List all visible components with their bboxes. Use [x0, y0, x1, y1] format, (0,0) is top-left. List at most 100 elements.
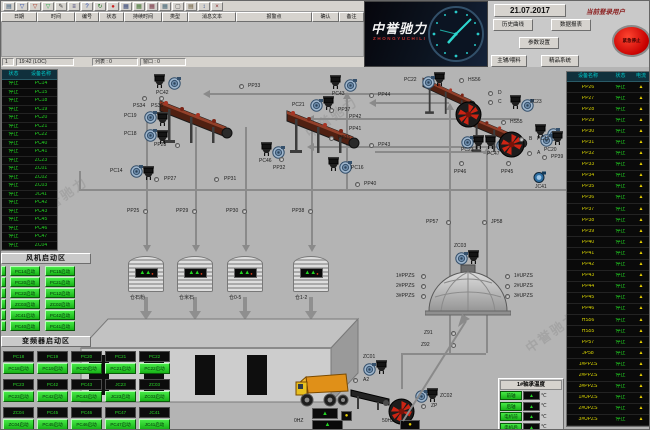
toolbar-icon-0[interactable]: ▤ [3, 2, 15, 11]
silo-3[interactable]: ▲▲● [227, 256, 263, 292]
hopper-icon[interactable] [485, 135, 496, 149]
device-row[interactable]: 停止PC46 [2, 225, 57, 234]
vfd-start-button[interactable]: PC45启动 [37, 419, 68, 430]
fan-start-button[interactable]: PC20启动 [10, 277, 40, 287]
toolbar-icon-4[interactable]: ✎ [55, 2, 67, 11]
device-row[interactable]: 停止ZC03 [2, 182, 57, 191]
hopper-icon[interactable] [261, 142, 272, 156]
hopper-icon[interactable] [157, 112, 168, 126]
device-row[interactable]: PP34停止▲ [567, 171, 650, 182]
fan-icon[interactable] [130, 165, 143, 178]
alarm-column-6[interactable]: 消息文本 [188, 12, 236, 22]
fan-start-button[interactable]: ZC03启动 [10, 299, 40, 309]
vfd-start-button[interactable]: PC46启动 [71, 419, 102, 430]
toolbar-icon-1[interactable]: ▽ [16, 2, 28, 11]
device-row[interactable]: 2#PPZS停止▲ [567, 370, 650, 381]
vfd-start-button[interactable]: ZC03启动 [139, 391, 170, 402]
device-row[interactable]: 停止PC19 [2, 106, 57, 115]
device-row[interactable]: HS55停止▲ [567, 326, 650, 337]
alarm-column-3[interactable]: 状态 [99, 12, 124, 22]
feeder-conveyor[interactable] [349, 386, 391, 417]
emergency-stop-button[interactable]: 紧急停止 [612, 25, 650, 57]
hopper-icon[interactable] [552, 131, 563, 145]
alarm-column-5[interactable]: 类型 [162, 12, 188, 22]
device-row[interactable]: 停止PC47 [2, 233, 57, 242]
device-row[interactable]: 1#PPZS停止▲ [567, 359, 650, 370]
vfd-start-button[interactable]: PC42启动 [37, 391, 68, 402]
crusher-icon[interactable] [455, 101, 482, 128]
device-row[interactable]: 停止PC41 [2, 148, 57, 157]
fan-start-button-stub[interactable] [1, 299, 6, 309]
device-row[interactable]: 停止PC22 [2, 131, 57, 140]
device-row[interactable]: PP57停止▲ [567, 337, 650, 348]
device-row[interactable]: HS56停止▲ [567, 315, 650, 326]
device-row[interactable]: 停止PC21 [2, 123, 57, 132]
silo-1[interactable]: ▲▲● [128, 256, 164, 292]
toolbar-icon-14[interactable]: ▤ [185, 2, 197, 11]
fan-start-button-stub[interactable] [1, 310, 6, 320]
device-row[interactable]: PP43停止▲ [567, 271, 650, 282]
device-row[interactable]: PP41停止▲ [567, 248, 650, 259]
toolbar-icon-13[interactable]: ▢ [172, 2, 184, 11]
device-row[interactable]: 停止PC15 [2, 89, 57, 98]
device-row[interactable]: PP32停止▲ [567, 149, 650, 160]
toolbar-icon-3[interactable]: ▽ [42, 2, 54, 11]
hopper-icon[interactable] [376, 360, 387, 374]
hopper-icon[interactable] [510, 95, 521, 109]
vfd-start-button[interactable]: PC21启动 [105, 363, 136, 374]
device-row[interactable]: PP28停止▲ [567, 104, 650, 115]
alarm-column-7[interactable]: 报警点 [236, 12, 312, 22]
vfd-start-button[interactable]: PC19启动 [37, 363, 68, 374]
device-row[interactable]: PP38停止▲ [567, 215, 650, 226]
toolbar-icon-12[interactable]: ▦ [159, 2, 171, 11]
crusher-icon[interactable] [498, 131, 525, 158]
vfd-start-button[interactable]: PC22启动 [139, 363, 170, 374]
device-row[interactable]: PP29停止▲ [567, 115, 650, 126]
device-row[interactable]: 停止ZC04 [2, 242, 57, 251]
hopper-icon[interactable] [328, 157, 339, 171]
history-curve-button[interactable]: 历史曲线 [493, 19, 533, 31]
device-row[interactable]: PP35停止▲ [567, 182, 650, 193]
alarm-column-2[interactable]: 编号 [75, 12, 99, 22]
fan-start-button-stub[interactable] [1, 288, 6, 298]
vfd-start-button[interactable]: JC23启动 [105, 391, 136, 402]
parameter-settings-button[interactable]: 参数设置 [519, 37, 559, 49]
alarm-column-4[interactable]: 持续时间 [124, 12, 162, 22]
device-row[interactable]: 2#UPZS停止▲ [567, 404, 650, 415]
device-row[interactable]: 停止JC41 [2, 191, 57, 200]
fan-icon[interactable] [144, 111, 157, 124]
fan-start-button[interactable]: PC12启动 [45, 288, 75, 298]
toolbar-icon-5[interactable]: ≡ [68, 2, 80, 11]
device-row[interactable]: 3#PPZS停止▲ [567, 382, 650, 393]
vfd-start-button[interactable]: PC23启动 [3, 391, 34, 402]
device-row[interactable]: 停止PC18 [2, 97, 57, 106]
alarm-list[interactable] [1, 22, 364, 57]
device-row[interactable]: PP42停止▲ [567, 260, 650, 271]
device-row[interactable]: 停止PC42 [2, 199, 57, 208]
fan-start-button[interactable]: PC15启动 [45, 266, 75, 276]
fan-start-button[interactable]: PC21启动 [45, 277, 75, 287]
data-report-button[interactable]: 数据报表 [551, 19, 591, 31]
silo-2[interactable]: ▲▲● [177, 256, 213, 292]
device-row[interactable]: 1#UPZS停止▲ [567, 393, 650, 404]
device-row[interactable]: 3#UPZS停止▲ [567, 415, 650, 426]
device-row[interactable]: PP40停止▲ [567, 237, 650, 248]
hopper-icon[interactable] [143, 166, 154, 180]
fan-icon[interactable] [310, 99, 323, 112]
toolbar-icon-15[interactable]: ↕ [198, 2, 210, 11]
device-row[interactable]: PP31停止▲ [567, 137, 650, 148]
device-row[interactable]: PP37停止▲ [567, 204, 650, 215]
device-row[interactable]: 停止ZC01 [2, 165, 57, 174]
device-row[interactable]: 停止PC45 [2, 216, 57, 225]
fan-start-button[interactable]: PC14启动 [10, 266, 40, 276]
snail-icon[interactable] [532, 171, 546, 183]
fan-start-button[interactable]: ZC02启动 [45, 299, 75, 309]
device-row[interactable]: PP30停止▲ [567, 126, 650, 137]
toolbar-icon-10[interactable]: ▦ [133, 2, 145, 11]
device-row[interactable]: 停止ZC02 [2, 174, 57, 183]
device-row[interactable]: PP36停止▲ [567, 193, 650, 204]
device-row[interactable]: 停止PC14 [2, 80, 57, 89]
alarm-column-9[interactable]: 备注 [339, 12, 364, 22]
toolbar-icon-6[interactable]: ? [81, 2, 93, 11]
alarm-column-8[interactable]: 确认 [312, 12, 339, 22]
